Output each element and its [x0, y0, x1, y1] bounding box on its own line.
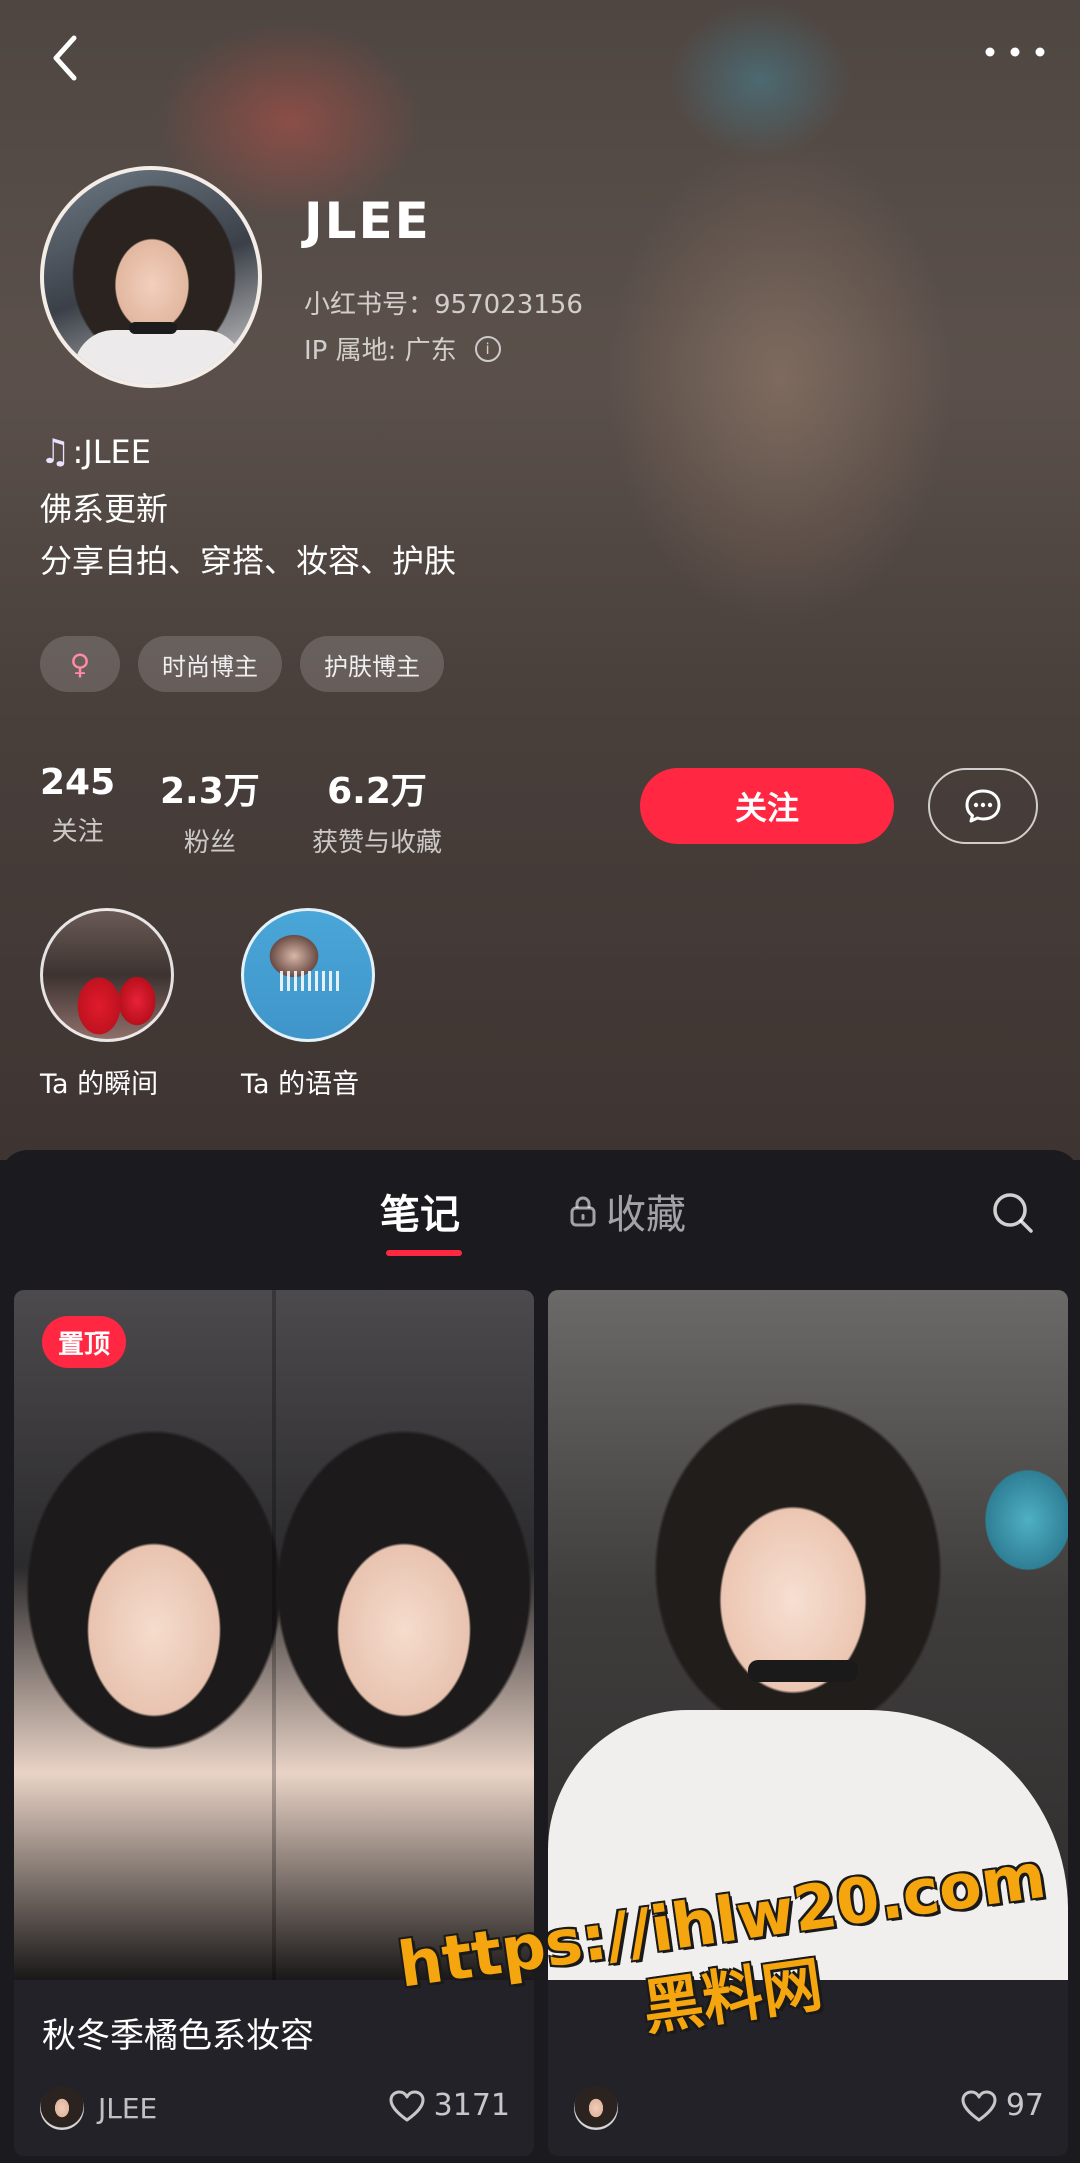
author-name: JLEE: [98, 2091, 158, 2125]
note-cover-image[interactable]: [14, 1290, 534, 1980]
voice-thumbnail[interactable]: [241, 908, 375, 1042]
tab-notes[interactable]: 笔记: [380, 1182, 460, 1240]
tag-fashion-blogger[interactable]: 时尚博主: [138, 636, 282, 692]
stat-following-num: 245: [40, 762, 116, 803]
stat-fans-label: 粉丝: [183, 828, 236, 858]
voice-label[interactable]: Ta 的语音: [241, 1062, 359, 1101]
stat-likes-label: 获赞与收藏: [312, 828, 443, 858]
bio-line-2: 佛系更新: [40, 490, 169, 528]
back-icon[interactable]: [40, 30, 96, 86]
stat-fans[interactable]: 2.3万 粉丝: [160, 762, 260, 859]
moments-label[interactable]: Ta 的瞬间: [40, 1062, 158, 1101]
note-likes[interactable]: 97: [960, 2088, 1044, 2123]
like-count: 97: [1005, 2088, 1044, 2123]
tag-skincare-blogger[interactable]: 护肤博主: [300, 636, 444, 692]
music-icon: ♫: [40, 432, 71, 472]
redbook-id: 小红书号：957023156: [304, 290, 583, 320]
lock-icon: [570, 1196, 596, 1227]
info-icon[interactable]: i: [474, 335, 501, 362]
message-icon: [965, 789, 1001, 823]
stat-likes-num: 6.2万: [327, 771, 427, 812]
ip-location: IP 属地: 广东 i: [304, 330, 501, 367]
gender-tag: ♀: [40, 636, 120, 692]
profile-avatar[interactable]: [40, 166, 262, 388]
collage-divider: [272, 1290, 276, 1980]
avatar-choker: [129, 322, 177, 334]
message-button[interactable]: [928, 768, 1038, 844]
moments-thumbnail[interactable]: [40, 908, 174, 1042]
profile-name: JLEE: [304, 192, 431, 250]
follow-button[interactable]: 关注: [640, 768, 894, 844]
more-icon[interactable]: [980, 40, 1050, 64]
bio-line-1: ♫:JLEE: [40, 432, 151, 472]
avatar-shirt: [74, 330, 244, 384]
note-title[interactable]: 秋冬季橘色系妆容: [42, 2008, 314, 2057]
stat-likes-collections[interactable]: 6.2万 获赞与收藏: [312, 762, 442, 859]
search-icon[interactable]: [990, 1190, 1036, 1236]
cover-choker: [748, 1660, 858, 1682]
bio-line-3: 分享自拍、穿搭、妆容、护肤: [40, 542, 457, 580]
stat-following[interactable]: 245 关注: [40, 762, 115, 848]
stat-fans-num: 2.3万: [160, 771, 260, 812]
note-author[interactable]: JLEE: [40, 2086, 157, 2130]
tab-collections-label: 收藏: [606, 1192, 686, 1238]
bio-line-1-text: :JLEE: [72, 433, 151, 471]
heart-icon: [961, 2090, 997, 2121]
voice-waveform: [280, 971, 342, 991]
stat-following-label: 关注: [51, 817, 104, 847]
ip-location-text: IP 属地: 广东: [304, 336, 457, 366]
author-avatar: [40, 2086, 84, 2130]
tab-notes-underline: [386, 1250, 462, 1256]
pinned-badge: 置顶: [42, 1316, 127, 1368]
tab-collections[interactable]: 收藏: [568, 1182, 686, 1240]
profile-tags: ♀ 时尚博主 护肤博主: [40, 636, 444, 692]
